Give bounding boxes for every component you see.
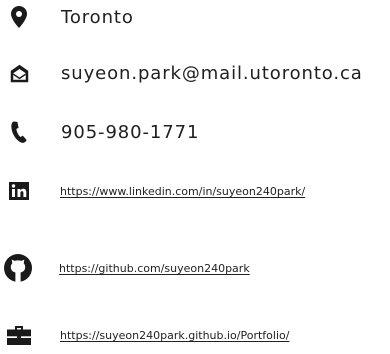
envelope-icon [4, 56, 34, 90]
contact-portfolio: https://suyeon240park.github.io/Portfoli… [0, 320, 390, 350]
contact-phone: 905-980-1771 [0, 114, 390, 150]
contact-email: suyeon.park@mail.utoronto.ca [0, 56, 390, 90]
location-text: Toronto [61, 7, 134, 28]
location-pin-icon [4, 0, 34, 34]
contact-list: Toronto suyeon.park@mail.utoronto.ca 905… [0, 0, 390, 354]
linkedin-icon [4, 176, 34, 206]
contact-linkedin: https://www.linkedin.com/in/suyeon240par… [0, 176, 390, 206]
phone-link[interactable]: 905-980-1771 [61, 122, 199, 143]
phone-icon [4, 114, 34, 150]
email-link[interactable]: suyeon.park@mail.utoronto.ca [61, 63, 363, 84]
github-link[interactable]: https://github.com/suyeon240park [59, 262, 250, 275]
briefcase-icon [4, 320, 34, 350]
contact-github: https://github.com/suyeon240park [0, 250, 390, 286]
github-icon [1, 250, 35, 286]
linkedin-link[interactable]: https://www.linkedin.com/in/suyeon240par… [60, 185, 305, 198]
contact-location: Toronto [0, 0, 390, 34]
portfolio-link[interactable]: https://suyeon240park.github.io/Portfoli… [60, 329, 289, 342]
